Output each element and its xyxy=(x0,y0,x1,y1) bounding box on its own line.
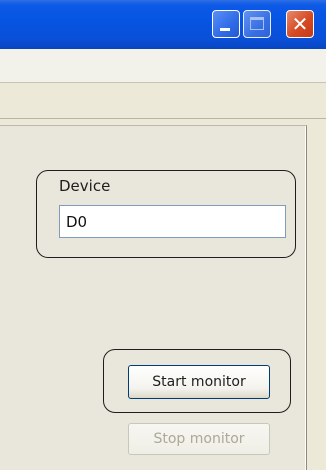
minimize-icon xyxy=(220,28,230,31)
close-icon: ✕ xyxy=(291,12,309,36)
menu-bar xyxy=(0,49,326,83)
device-input[interactable] xyxy=(59,205,286,238)
stop-monitor-button[interactable]: Stop monitor xyxy=(128,423,270,455)
window-titlebar[interactable]: ✕ xyxy=(0,0,326,49)
start-monitor-button[interactable]: Start monitor xyxy=(128,365,270,399)
device-label: Device xyxy=(59,177,111,195)
tool-bar xyxy=(0,83,326,119)
maximize-icon xyxy=(250,17,264,30)
maximize-button[interactable] xyxy=(243,10,271,38)
close-button[interactable]: ✕ xyxy=(286,10,314,38)
minimize-button[interactable] xyxy=(212,10,240,38)
